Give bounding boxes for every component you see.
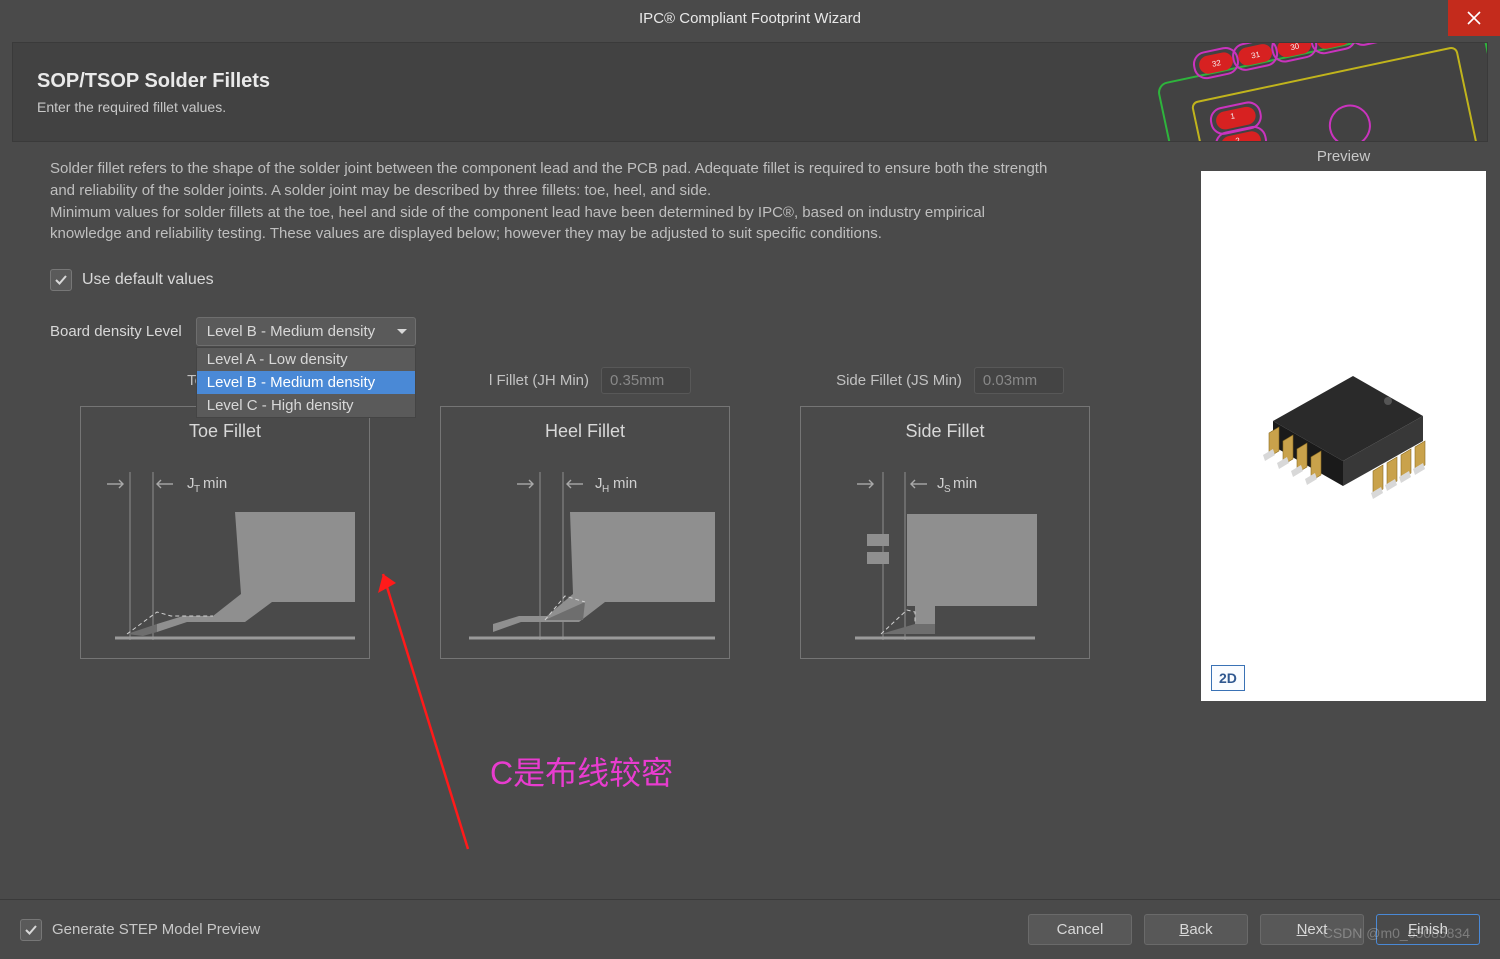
cancel-button[interactable]: Cancel bbox=[1028, 914, 1132, 945]
wizard-header: SOP/TSOP Solder Fillets Enter the requir… bbox=[12, 42, 1488, 142]
svg-text:min: min bbox=[613, 475, 637, 492]
heel-fillet-column: l Fillet (JH Min) Heel Fillet JH min bbox=[440, 364, 740, 659]
generate-step-label: Generate STEP Model Preview bbox=[52, 921, 260, 938]
svg-text:H: H bbox=[602, 484, 609, 495]
toe-diagram-title: Toe Fillet bbox=[81, 421, 369, 442]
chevron-down-icon bbox=[394, 323, 410, 339]
annotation-text: C是布线较密 bbox=[490, 748, 673, 794]
side-diagram-title: Side Fillet bbox=[801, 421, 1089, 442]
use-defaults-label: Use default values bbox=[82, 271, 214, 289]
density-label: Board density Level bbox=[50, 323, 182, 340]
preview-panel: Preview bbox=[1201, 148, 1486, 701]
heel-fillet-label: l Fillet (JH Min) bbox=[489, 372, 589, 389]
heel-fillet-input[interactable] bbox=[601, 367, 691, 394]
svg-text:T: T bbox=[194, 484, 200, 495]
next-button[interactable]: Next bbox=[1260, 914, 1364, 945]
density-option-b[interactable]: Level B - Medium density bbox=[197, 371, 415, 394]
heel-fillet-diagram: Heel Fillet JH min bbox=[440, 406, 730, 659]
density-dropdown-button[interactable]: Level B - Medium density bbox=[196, 317, 416, 346]
header-decoration-icon: 123 323130 bbox=[1141, 42, 1488, 142]
density-selected: Level B - Medium density bbox=[207, 323, 375, 340]
window-title: IPC® Compliant Footprint Wizard bbox=[639, 10, 861, 27]
svg-text:min: min bbox=[203, 475, 227, 492]
heel-diagram-title: Heel Fillet bbox=[441, 421, 729, 442]
close-icon bbox=[1467, 11, 1481, 25]
back-button[interactable]: Back bbox=[1144, 914, 1248, 945]
page-title: SOP/TSOP Solder Fillets bbox=[37, 70, 270, 93]
density-dropdown-list: Level A - Low density Level B - Medium d… bbox=[196, 347, 416, 418]
generate-step-checkbox[interactable] bbox=[20, 919, 42, 941]
preview-viewport[interactable]: 2D bbox=[1201, 171, 1486, 701]
side-fillet-diagram: Side Fillet JS min bbox=[800, 406, 1090, 659]
side-fillet-label: Side Fillet (JS Min) bbox=[836, 372, 962, 389]
titlebar: IPC® Compliant Footprint Wizard bbox=[0, 0, 1500, 36]
svg-text:min: min bbox=[953, 475, 977, 492]
close-button[interactable] bbox=[1448, 0, 1500, 36]
side-fillet-column: Side Fillet (JS Min) Side Fillet JS min bbox=[800, 364, 1100, 659]
svg-text:S: S bbox=[944, 484, 951, 495]
preview-2d-toggle[interactable]: 2D bbox=[1211, 665, 1245, 691]
page-subtitle: Enter the required fillet values. bbox=[37, 99, 270, 115]
description-text: Solder fillet refers to the shape of the… bbox=[50, 158, 1060, 245]
side-fillet-input[interactable] bbox=[974, 367, 1064, 394]
density-dropdown[interactable]: Level B - Medium density Level A - Low d… bbox=[196, 317, 416, 346]
check-icon bbox=[24, 923, 38, 937]
wizard-footer: Generate STEP Model Preview Cancel Back … bbox=[0, 899, 1500, 959]
toe-fillet-diagram: Toe Fillet JT min bbox=[80, 406, 370, 659]
finish-button[interactable]: Finish bbox=[1376, 914, 1480, 945]
use-defaults-checkbox[interactable] bbox=[50, 269, 72, 291]
check-icon bbox=[54, 273, 68, 287]
density-option-a[interactable]: Level A - Low density bbox=[197, 348, 415, 371]
density-option-c[interactable]: Level C - High density bbox=[197, 394, 415, 417]
preview-label: Preview bbox=[1201, 148, 1486, 165]
preview-3d-icon bbox=[1201, 171, 1486, 701]
